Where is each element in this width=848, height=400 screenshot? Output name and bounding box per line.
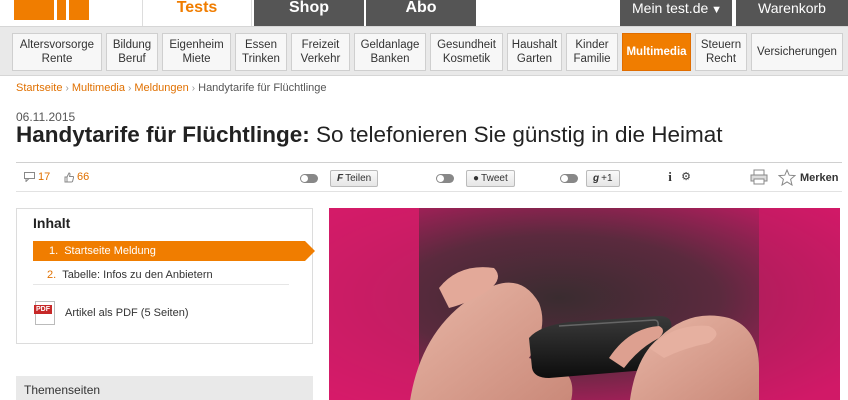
comment-icon: [24, 172, 35, 182]
twitter-icon: ●: [473, 173, 480, 184]
category-line1: Steuern: [700, 39, 742, 51]
breadcrumb-meldungen[interactable]: Meldungen: [134, 82, 188, 94]
category-nav: Altersvorsorge Rente Bildung Beruf Eigen…: [0, 26, 848, 76]
category-line2: Recht: [705, 53, 737, 65]
comments-count: 17: [38, 171, 51, 183]
category-essen[interactable]: Essen Trinken: [235, 33, 287, 71]
category-line1: Bildung: [112, 39, 152, 51]
category-line2: Beruf: [118, 53, 146, 65]
tab-shop[interactable]: Shop: [254, 0, 364, 26]
breadcrumb: Startseite › Multimedia › Meldungen › Handytar…: [16, 82, 327, 94]
toc-item-number: 2.: [47, 269, 57, 281]
print-icon[interactable]: [750, 169, 768, 185]
themenseiten-box[interactable]: Themenseiten: [16, 376, 313, 400]
breadcrumb-multimedia[interactable]: Multimedia: [72, 82, 125, 94]
user-menu-button[interactable]: Mein test.de ▼: [620, 0, 732, 26]
google-plus-icon: g: [593, 173, 600, 184]
category-line2: Garten: [516, 53, 553, 65]
category-geldanlage[interactable]: Geldanlage Banken: [354, 33, 426, 71]
merken-label: Merken: [800, 171, 839, 184]
toc-item-number: 1.: [49, 245, 59, 257]
category-line2: Kosmetik: [442, 53, 491, 65]
category-kinder[interactable]: Kinder Familie: [566, 33, 618, 71]
category-versicherungen[interactable]: Versicherungen: [751, 33, 843, 71]
category-line1: Freizeit: [301, 39, 340, 51]
category-altersvorsorge[interactable]: Altersvorsorge Rente: [12, 33, 102, 71]
twitter-privacy-toggle[interactable]: [436, 174, 454, 183]
category-line1: Multimedia: [626, 46, 687, 58]
star-icon: [778, 169, 796, 186]
category-line1: Essen: [245, 39, 277, 51]
user-menu-label: Mein test.de: [632, 0, 709, 16]
twitter-share-button[interactable]: ● Tweet: [466, 170, 515, 187]
likes-link[interactable]: 66: [64, 171, 89, 183]
comments-link[interactable]: 17: [24, 171, 50, 183]
category-line1: Gesundheit: [437, 39, 496, 51]
title-bold: Handytarife für Flüchtlinge:: [16, 122, 310, 147]
breadcrumb-startseite[interactable]: Startseite: [16, 82, 62, 94]
facebook-icon: F: [337, 173, 344, 184]
category-eigenheim[interactable]: Eigenheim Miete: [162, 33, 231, 71]
gplus-privacy-toggle[interactable]: [560, 174, 578, 183]
gplus-share-label: +1: [601, 173, 613, 184]
tab-tests[interactable]: Tests: [142, 0, 252, 26]
category-line2: Verkehr: [300, 53, 341, 65]
settings-gear-icon[interactable]: ⚙: [678, 169, 694, 185]
category-line1: Eigenheim: [169, 39, 224, 51]
article-toolbar: 17 66 F Teilen ● Tweet g +1 i ⚙ Merken: [16, 162, 842, 192]
category-line1: Geldanlage: [360, 39, 420, 51]
test-de-logo[interactable]: [14, 0, 89, 20]
twitter-share-label: Tweet: [481, 173, 508, 184]
top-bar: Tests Shop Abo Mein test.de ▼ Warenkorb: [0, 0, 848, 26]
toc-item-label: Startseite Meldung: [64, 245, 156, 257]
category-line2: Familie: [573, 53, 611, 65]
pdf-download-link[interactable]: Artikel als PDF (5 Seiten): [34, 301, 189, 325]
category-line2: Banken: [370, 53, 410, 65]
likes-count: 66: [77, 171, 90, 183]
chevron-down-icon: ▼: [711, 4, 722, 16]
breadcrumb-separator: ›: [191, 83, 196, 94]
category-line1: Altersvorsorge: [19, 39, 95, 51]
category-line2: Miete: [182, 53, 211, 65]
title-rest: So telefonieren Sie günstig in die Heima…: [309, 122, 723, 147]
breadcrumb-current: Handytarife für Flüchtlinge: [198, 82, 327, 94]
pdf-label: Artikel als PDF (5 Seiten): [65, 307, 189, 319]
facebook-privacy-toggle[interactable]: [300, 174, 318, 183]
page-title: Handytarife für Flüchtlinge: So telefoni…: [16, 122, 723, 148]
hands-with-smartphone-photo: [329, 208, 840, 400]
tab-abo[interactable]: Abo: [366, 0, 476, 26]
category-freizeit[interactable]: Freizeit Verkehr: [291, 33, 350, 71]
toc-item-label: Tabelle: Infos zu den Anbietern: [62, 269, 213, 281]
pdf-icon: [34, 301, 55, 325]
category-gesundheit[interactable]: Gesundheit Kosmetik: [430, 33, 503, 71]
cart-button[interactable]: Warenkorb: [736, 0, 848, 26]
category-multimedia[interactable]: Multimedia: [622, 33, 691, 71]
merken-button[interactable]: Merken: [778, 169, 839, 186]
article-hero-image: [329, 208, 840, 400]
toc-item[interactable]: 2. Tabelle: Infos zu den Anbietern: [33, 265, 289, 285]
toc-heading: Inhalt: [33, 215, 71, 231]
category-steuern[interactable]: Steuern Recht: [695, 33, 747, 71]
facebook-share-label: Teilen: [345, 173, 372, 184]
facebook-share-button[interactable]: F Teilen: [330, 170, 379, 187]
category-line1: Versicherungen: [757, 46, 837, 58]
info-icon[interactable]: i: [662, 169, 678, 185]
category-line2: Rente: [41, 53, 73, 65]
category-line2: Trinken: [242, 53, 280, 65]
category-bildung[interactable]: Bildung Beruf: [106, 33, 158, 71]
category-haushalt[interactable]: Haushalt Garten: [507, 33, 562, 71]
breadcrumb-separator: ›: [128, 83, 132, 94]
gplus-share-button[interactable]: g +1: [586, 170, 620, 187]
breadcrumb-separator: ›: [65, 83, 69, 94]
themenseiten-label: Themenseiten: [24, 383, 101, 397]
thumbs-up-icon: [64, 171, 74, 182]
table-of-contents: Inhalt 1. Startseite Meldung 2. Tabelle: I…: [16, 208, 315, 344]
category-line1: Haushalt: [511, 39, 558, 51]
toc-item-active[interactable]: 1. Startseite Meldung: [33, 241, 315, 261]
category-line1: Kinder: [575, 39, 609, 51]
